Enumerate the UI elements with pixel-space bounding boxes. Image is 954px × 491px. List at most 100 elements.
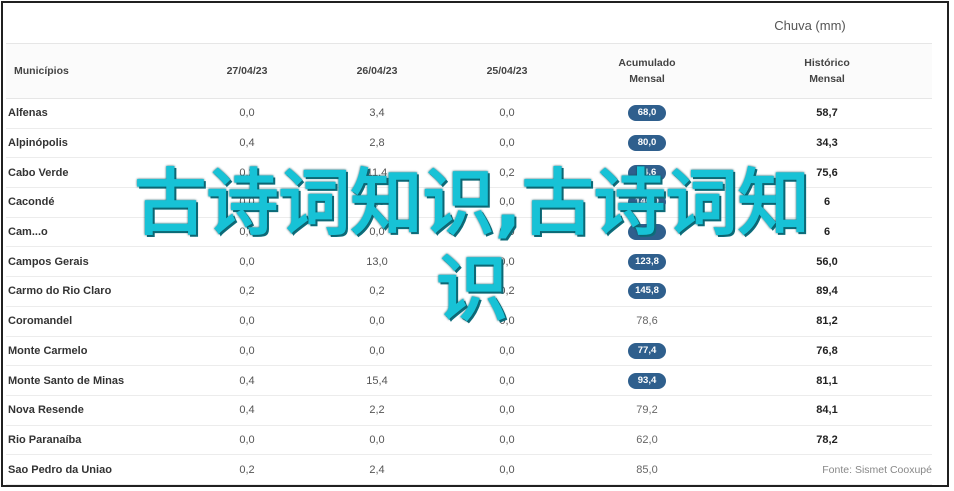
header-date-1[interactable]: 27/04/23 [182,43,312,99]
municipio-cell: Coromandel [6,306,182,337]
date-3-cell: 0,0 [442,336,572,367]
municipio-cell: Cacondé [6,187,182,218]
table-row: Alpinópolis 0,4 2,8 0,0 80,0 34,3 [6,128,932,159]
municipio-cell: Campos Gerais [6,246,182,278]
municipio-cell: Alpinópolis [6,128,182,159]
municipio-cell: Monte Santo de Minas [6,365,182,396]
table-row: Sao Pedro da Uniao 0,2 2,4 0,0 85,0 [6,454,932,485]
historico-cell: 81,1 [722,365,932,396]
date-3-cell: 0,0 [442,395,572,426]
acumulado-value: 62,0 [636,433,658,446]
table-row: Campos Gerais 0,0 13,0 0,0 123,8 56,0 [6,246,932,278]
date-3-cell: 0,2 [442,157,572,189]
acumulado-cell: 94,6 [572,157,722,189]
date-3-cell: 0,0 [442,128,572,159]
date-3-cell: 0,0 [442,187,572,218]
acumulado-cell: 78,6 [572,306,722,337]
municipio-cell: Monte Carmelo [6,336,182,367]
acumulado-cell: 145,8 [572,276,722,307]
acumulado-badge: 145,8 [628,283,666,300]
date-3-cell: 0,0 [442,246,572,278]
date-2-cell: 0,0 [312,336,442,367]
historico-cell: 76,8 [722,336,932,367]
table-row: Monte Carmelo 0,0 0,0 0,0 77,4 76,8 [6,336,932,367]
table-row: Alfenas 0,0 3,4 0,0 68,0 58,7 [6,98,932,129]
acumulado-cell: 93,4 [572,365,722,396]
historico-cell: 58,7 [722,98,932,129]
acumulado-badge: 94,6 [628,164,666,181]
acumulado-cell: 62,0 [572,425,722,456]
header-historico[interactable]: Histórico Mensal [722,43,932,99]
municipio-cell: Carmo do Rio Claro [6,276,182,307]
table-row: Coromandel 0,0 0,0 0,0 78,6 81,2 [6,306,932,337]
historico-cell: 56,0 [722,246,932,278]
table-row: Carmo do Rio Claro 0,2 0,2 0,2 145,8 89,4 [6,276,932,307]
acumulado-badge: 140,0 [628,194,666,211]
header-historico-l2: Mensal [809,73,845,85]
date-2-cell: 0,0 [312,187,442,218]
acumulado-badge: 68,0 [628,105,666,122]
date-1-cell: 0,0 [182,306,312,337]
historico-cell: 75,6 [722,157,932,189]
date-2-cell: 13,0 [312,246,442,278]
table-row: Monte Santo de Minas 0,4 15,4 0,0 93,4 81,1 [6,365,932,396]
header-historico-l1: Histórico [804,57,850,69]
header-date-2[interactable]: 26/04/23 [312,43,442,99]
table-row: Cacondé 0,0 0,0 0,0 140,0 6 [6,187,932,218]
acumulado-badge: 2,0 [628,224,666,241]
acumulado-badge: 123,8 [628,253,666,270]
date-2-cell: 2,8 [312,128,442,159]
rainfall-table: Municípios 27/04/23 26/04/23 25/04/23 Ac… [6,43,932,485]
acumulado-cell: 80,0 [572,128,722,159]
date-3-cell: 0,0 [442,217,572,248]
date-1-cell: 0,2 [182,454,312,485]
date-3-cell: 0,2 [442,276,572,307]
date-1-cell: 0,0 [182,98,312,129]
date-3-cell: 0,0 [442,306,572,337]
date-3-cell: 0,0 [442,454,572,485]
date-3-cell: 0,0 [442,98,572,129]
historico-cell: 6 [722,217,932,248]
date-2-cell: 11,4 [312,157,442,189]
table-header-row: Municípios 27/04/23 26/04/23 25/04/23 Ac… [6,43,932,99]
date-2-cell: 0,0 [312,306,442,337]
date-1-cell: 0,0 [182,217,312,248]
acumulado-badge: 80,0 [628,135,666,152]
date-2-cell: 2,2 [312,395,442,426]
date-1-cell: 0,2 [182,157,312,189]
date-1-cell: 0,4 [182,365,312,396]
date-2-cell: 2,4 [312,454,442,485]
source-note: Fonte: Sismet Cooxupé [822,464,932,476]
acumulado-cell: 2,0 [572,217,722,248]
header-acumulado[interactable]: Acumulado Mensal [572,43,722,99]
date-1-cell: 0,4 [182,128,312,159]
acumulado-cell: 79,2 [572,395,722,426]
date-1-cell: 0,0 [182,336,312,367]
date-3-cell: 0,0 [442,365,572,396]
historico-cell: 84,1 [722,395,932,426]
municipio-cell: Cabo Verde [6,157,182,189]
header-acumulado-l1: Acumulado [618,57,676,69]
chart-title: Chuva (mm) [774,18,846,33]
header-acumulado-l2: Mensal [629,73,665,85]
date-3-cell: 0,0 [442,425,572,456]
acumulado-cell: 140,0 [572,187,722,218]
date-2-cell: 15,4 [312,365,442,396]
historico-cell: 34,3 [722,128,932,159]
date-2-cell: 0,0 [312,425,442,456]
header-date-3[interactable]: 25/04/23 [442,43,572,99]
historico-cell: 78,2 [722,425,932,456]
municipio-cell: Alfenas [6,98,182,129]
historico-cell: 81,2 [722,306,932,337]
historico-cell: 89,4 [722,276,932,307]
date-1-cell: 0,0 [182,246,312,278]
date-2-cell: 0,0 [312,217,442,248]
table-row: Cabo Verde 0,2 11,4 0,2 94,6 75,6 [6,157,932,189]
acumulado-badge: 93,4 [628,372,666,389]
table-row: Rio Paranaíba 0,0 0,0 0,0 62,0 78,2 [6,425,932,456]
acumulado-value: 85,0 [636,463,658,476]
table-row: Nova Resende 0,4 2,2 0,0 79,2 84,1 [6,395,932,426]
acumulado-value: 79,2 [636,404,658,417]
header-municipios[interactable]: Municípios [6,43,182,99]
acumulado-cell: 123,8 [572,246,722,278]
